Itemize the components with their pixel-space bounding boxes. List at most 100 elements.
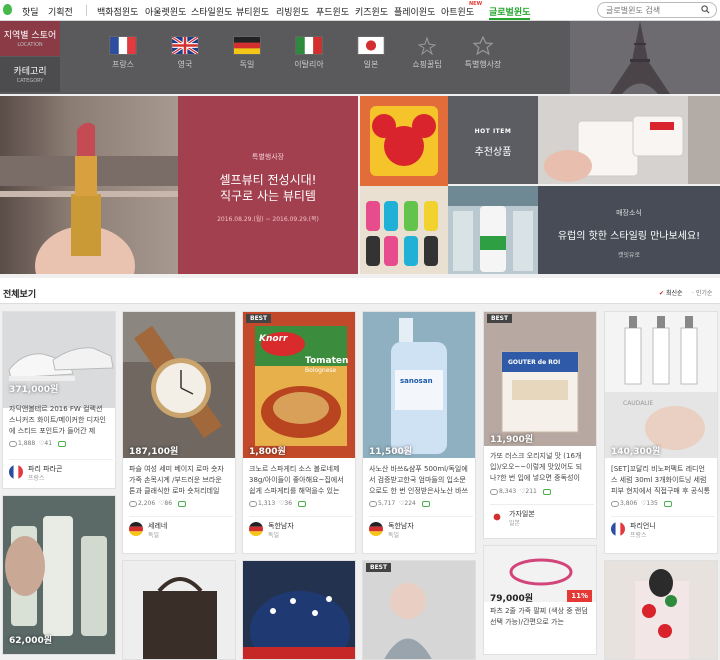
product-card[interactable]: BEST GOUTER de ROI 11,900원 가또 러스크 오리지널 맛… — [483, 311, 597, 539]
search-icon[interactable] — [701, 5, 710, 14]
nav-department[interactable]: 백화점윈도 — [97, 5, 138, 18]
nav-hotdeal[interactable]: 핫딜 — [22, 5, 39, 18]
seller-info[interactable]: 세레네 독일 — [129, 516, 233, 539]
france-flag-icon — [611, 522, 625, 536]
tab-category[interactable]: 카테고리 CATEGORY — [0, 57, 60, 92]
product-card[interactable]: BEST — [362, 560, 476, 660]
seller-country: 독일 — [148, 532, 160, 539]
product-card[interactable] — [604, 560, 718, 660]
country-japan[interactable]: 일본 — [343, 36, 399, 70]
seller-info[interactable]: 가자일본 일본 — [490, 504, 594, 527]
search-box[interactable] — [597, 2, 717, 18]
product-card[interactable]: sanosan 11,500원 사노산 바쓰&샴푸 500ml/독일에서 검증받… — [362, 311, 476, 554]
chat-icon[interactable] — [297, 500, 306, 507]
product-price: 187,100원 — [129, 447, 179, 457]
handbag-illustration — [123, 561, 235, 659]
hero-promo-panel[interactable]: 특별행사장 셀프뷰티 전성시대! 직구로 사는 뷰티템 2016.08.29.(… — [178, 96, 358, 274]
nav-kids[interactable]: 키즈윈도 — [355, 5, 388, 18]
perfume-bottles-illustration — [3, 496, 115, 654]
product-card[interactable] — [242, 560, 356, 660]
seller-country: 독일 — [388, 532, 400, 539]
hero-title-line2: 직구로 사는 뷰티템 — [220, 189, 316, 203]
chat-icon[interactable] — [57, 440, 66, 447]
product-image: sanosan 11,500원 — [363, 312, 475, 458]
sparkle-icon — [417, 36, 437, 55]
chat-icon[interactable] — [421, 500, 430, 507]
pharmacy-image[interactable] — [448, 186, 538, 274]
nav-play[interactable]: 플레이윈도 — [394, 5, 435, 18]
product-card[interactable]: 62,000원 — [2, 495, 116, 655]
product-description[interactable]: 가또 러스크 오리지널 맛 (16개입)/오오~~이렇게 맛있어도 되나?한 번… — [490, 451, 590, 484]
product-description[interactable]: 파슬 여성 세미 베이지 로마 숏자가죽 손목시계 /부드러운 브라운 톤과 클… — [129, 464, 229, 497]
seller-info[interactable]: 파리 파라곤 프랑스 — [9, 459, 113, 482]
store-news-panel[interactable]: 매장소식 유럽의 핫한 스타일링 만나보세요! 캣잇유로 — [538, 186, 720, 274]
nav-special[interactable]: 기획전 — [48, 5, 73, 18]
product-card[interactable]: 371,000원 자딕앤볼테르 2016 FW 컬렉션 스니커즈 화이트/메이커… — [2, 311, 116, 489]
like-count: 224 — [404, 500, 416, 507]
eye-icon — [9, 440, 17, 447]
hero-banner: 특별행사장 셀프뷰티 전성시대! 직구로 사는 뷰티템 2016.08.29.(… — [0, 96, 720, 306]
hero-tag: 특별행사장 — [251, 153, 285, 161]
product-card[interactable]: CAUDALIE 140,300원 [SET]꼬달리 비노퍼펙트 레디언스 세럼… — [604, 311, 718, 554]
country-germany[interactable]: 독일 — [219, 36, 275, 70]
tab-location[interactable]: 지역별 스토어 LOCATION — [0, 21, 60, 56]
nav-food[interactable]: 푸드윈도 — [316, 5, 349, 18]
product-stats: 1,888 ♡41 — [9, 440, 66, 447]
seller-info[interactable]: 독한남자 독일 — [249, 516, 353, 539]
new-badge: NEW — [469, 1, 483, 7]
nav-living[interactable]: 리빙윈도 — [276, 5, 309, 18]
nav-beauty[interactable]: 뷰티윈도 — [236, 5, 269, 18]
product-price: 62,000원 — [9, 636, 53, 646]
sort-popular-label: 인기순 — [695, 290, 713, 297]
tab-category-sub: CATEGORY — [16, 78, 44, 84]
eye-icon — [611, 500, 619, 507]
mouse-mold-image[interactable] — [360, 96, 448, 274]
product-stats: 5,717 ♡224 — [369, 500, 430, 507]
sort-popular[interactable]: · 인기순 — [692, 288, 712, 297]
eiffel-tower-image — [570, 21, 720, 94]
chat-icon[interactable] — [663, 500, 672, 507]
product-description[interactable]: [SET]꼬달리 비노퍼펙트 레디언스 세럼 30ml 3개화이트닝 세럼피부 … — [611, 464, 711, 497]
product-stats: 1,313 ♡36 — [249, 500, 306, 507]
country-label: 일본 — [363, 60, 379, 69]
product-card[interactable]: BEST Knorr Tomaten Bolognese 1,800원 크노르 … — [242, 311, 356, 554]
view-count: 2,206 — [138, 500, 156, 507]
caudalie-serum-illustration — [605, 312, 717, 458]
shopping-tips[interactable]: 쇼핑꿀팁 — [399, 36, 455, 70]
country-uk[interactable]: 영국 — [157, 36, 213, 70]
product-description[interactable]: 사노산 바쓰&샴푸 500ml/독일에서 검증받고한국 엄마들의 입소문으로도 … — [369, 464, 469, 497]
product-image-subtitle: Bolognese — [305, 367, 337, 374]
tab-location-title: 지역별 스토어 — [3, 31, 57, 41]
nav-outlet[interactable]: 아울렛윈도 — [145, 5, 186, 18]
category-bar: 지역별 스토어 LOCATION 카테고리 CATEGORY 프랑스 영국 독일… — [0, 21, 720, 94]
chat-icon[interactable] — [177, 500, 186, 507]
country-italy[interactable]: 이탈리아 — [281, 36, 337, 70]
product-description[interactable]: 자딕앤볼테르 2016 FW 컬렉션 스니커즈 화이트/메이커한 디자인에 스티… — [9, 404, 109, 437]
special-event[interactable]: 특별행사장 — [455, 36, 511, 70]
product-image: BEST Knorr Tomaten Bolognese 1,800원 — [243, 312, 355, 458]
seller-info[interactable]: 독한남자 독일 — [369, 516, 473, 539]
product-description[interactable]: 크노르 스파게티 소스 볼로네제 38g/아이들이 좋아해요~집에서 쉽게 스파… — [249, 464, 349, 497]
product-price: 79,000원 — [490, 594, 534, 604]
sort-latest[interactable]: ✔ 최신순 — [659, 288, 683, 297]
nav-global[interactable]: 글로벌윈도 — [489, 5, 531, 20]
nav-style[interactable]: 스타일윈도 — [191, 5, 232, 18]
view-count: 3,806 — [620, 500, 638, 507]
search-input[interactable] — [606, 5, 696, 16]
discount-badge: 11% — [567, 590, 592, 602]
list-header: 전체보기 ✔ 최신순 · 인기순 — [0, 278, 720, 304]
product-card[interactable]: 187,100원 파슬 여성 세미 베이지 로마 숏자가죽 손목시계 /부드러운… — [122, 311, 236, 554]
lipstick-image[interactable] — [0, 96, 178, 306]
product-card[interactable]: 11% 79,000원 파츠 2줄 가죽 팔찌 (색상 중 랜덤 선택 가능)/… — [483, 545, 597, 655]
logo-icon[interactable] — [3, 4, 12, 15]
product-description[interactable]: 파츠 2줄 가죽 팔찌 (색상 중 랜덤 선택 가능)/간편으로 가는 — [490, 606, 590, 639]
seller-info[interactable]: 파리언니 프랑스 — [611, 516, 715, 539]
hot-item-panel[interactable]: HOT ITEM 추천상품 — [448, 96, 538, 184]
seller-country: 독일 — [268, 532, 280, 539]
germany-flag-icon — [369, 522, 383, 536]
product-card[interactable] — [122, 560, 236, 660]
mouse-mold-illustration — [360, 96, 448, 274]
cosmetics-image[interactable] — [538, 96, 720, 184]
country-france[interactable]: 프랑스 — [95, 36, 151, 70]
chat-icon[interactable] — [542, 488, 551, 495]
